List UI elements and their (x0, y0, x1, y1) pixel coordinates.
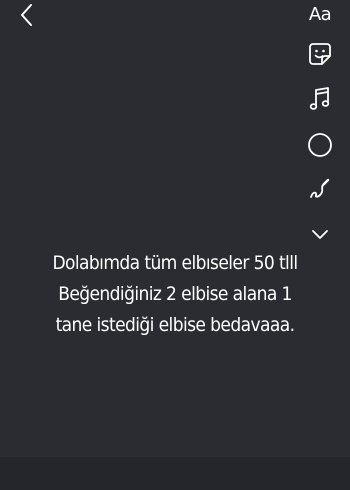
bottom-bar (0, 457, 350, 490)
story-line: Beğendiğiniz 2 elbise alana 1 (58, 283, 292, 305)
text-tool-label: Aa (308, 3, 332, 25)
story-canvas[interactable] (0, 0, 350, 457)
story-line: tane istediği elbise bedavaaa. (55, 314, 295, 336)
more-tools-button[interactable] (304, 220, 336, 248)
chevron-down-icon (312, 230, 328, 239)
squiggle-pen-icon (310, 178, 330, 198)
sticker-tool-button[interactable] (304, 40, 336, 68)
draw-tool-button[interactable] (304, 175, 336, 203)
chevron-left-icon (21, 4, 32, 26)
circle-icon (308, 133, 332, 157)
sticker-icon (309, 43, 331, 65)
music-note-icon (309, 87, 330, 110)
music-tool-button[interactable] (304, 85, 336, 113)
shape-tool-button[interactable] (304, 131, 336, 159)
story-line: Dolabımda tüm elbıseler 50 tlll (52, 252, 298, 274)
story-text[interactable]: Dolabımda tüm elbıseler 50 tlll Beğendiğ… (20, 248, 330, 341)
back-button[interactable] (14, 2, 40, 28)
text-tool-button[interactable]: Aa (304, 0, 336, 28)
